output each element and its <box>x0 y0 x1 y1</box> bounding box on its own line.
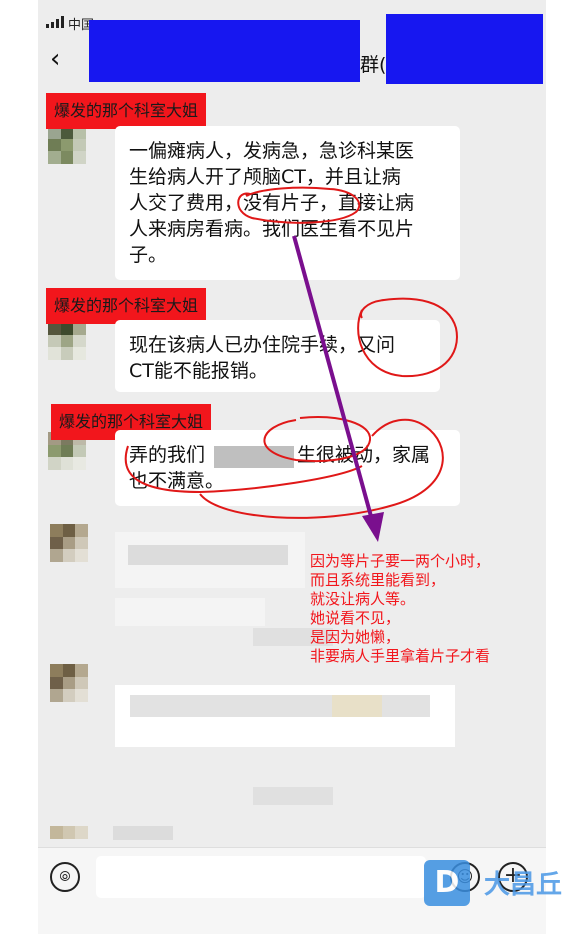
message-text-end: 生很被动，家属 <box>297 444 431 466</box>
blurred-message <box>130 695 430 717</box>
voice-icon[interactable]: ⦾ <box>50 862 80 892</box>
redacted-title <box>89 20 360 82</box>
blurred-message <box>113 826 173 840</box>
annotation-line: 她说看不见， <box>310 609 401 627</box>
blurred-message <box>332 695 382 717</box>
watermark: D 大昌丘 <box>424 858 573 908</box>
message-line: 子。 <box>129 244 168 266</box>
annotation-text: 因为等片子要一两个小时， 而且系统里能看到， 就没让病人等。 她说看不见， 是因… <box>310 552 490 666</box>
annotation-line: 非要病人手里拿着片子才看 <box>310 647 491 665</box>
watermark-text: 大昌丘 <box>484 870 563 900</box>
avatar[interactable] <box>50 664 88 702</box>
message-line: 生给病人开了颅脑CT，并且让病 <box>129 166 401 188</box>
annotation-line: 是因为她懒， <box>310 628 401 646</box>
redacted-title <box>386 14 543 84</box>
avatar[interactable] <box>48 126 86 164</box>
message-line: CT能不能报销。 <box>129 360 268 382</box>
message-line: 人来病房看病。我们医生看不见片 <box>129 218 415 240</box>
message-line: 也不满意。 <box>129 470 225 492</box>
watermark-logo: D <box>424 860 470 906</box>
blurred-message <box>128 545 288 565</box>
nickname-label: 爆发的那个科室大姐 <box>46 93 207 129</box>
message-bubble[interactable]: 现在该病人已办住院手续，又问 CT能不能报销。 <box>115 320 440 392</box>
redacted-name <box>214 446 294 468</box>
message-bubble[interactable]: 弄的我们 生很被动，家属 也不满意。 <box>115 430 460 506</box>
message-line: 人交了费用，没有片子，直接让病 <box>129 192 415 214</box>
blurred-message <box>115 598 265 626</box>
nickname-label: 爆发的那个科室大姐 <box>46 288 207 324</box>
message-line: 一偏瘫病人，发病急，急诊科某医 <box>129 140 415 162</box>
message-text-start: 弄的我们 <box>129 444 206 466</box>
chevron-left-icon[interactable]: ‹ <box>50 46 60 72</box>
avatar[interactable] <box>48 322 86 360</box>
chat-screen: 中国 ‹ 群( 爆发的那个科室大姐 一偏瘫病人，发病急，急诊科某医 生给病人开了… <box>38 0 546 934</box>
blurred-message <box>253 787 333 805</box>
annotation-line: 而且系统里能看到， <box>310 571 446 589</box>
annotation-line: 就没让病人等。 <box>310 590 416 608</box>
message-bubble[interactable]: 一偏瘫病人，发病急，急诊科某医 生给病人开了颅脑CT，并且让病 人交了费用，没有… <box>115 126 460 280</box>
annotation-line: 因为等片子要一两个小时， <box>310 552 491 570</box>
chat-title-suffix: 群( <box>360 54 387 76</box>
message-input[interactable] <box>96 856 426 898</box>
signal-icon <box>46 16 68 28</box>
avatar[interactable] <box>50 524 88 562</box>
message-line: 现在该病人已办住院手续，又问 <box>129 334 396 356</box>
screenshot: 中国 ‹ 群( 爆发的那个科室大姐 一偏瘫病人，发病急，急诊科某医 生给病人开了… <box>0 0 573 934</box>
